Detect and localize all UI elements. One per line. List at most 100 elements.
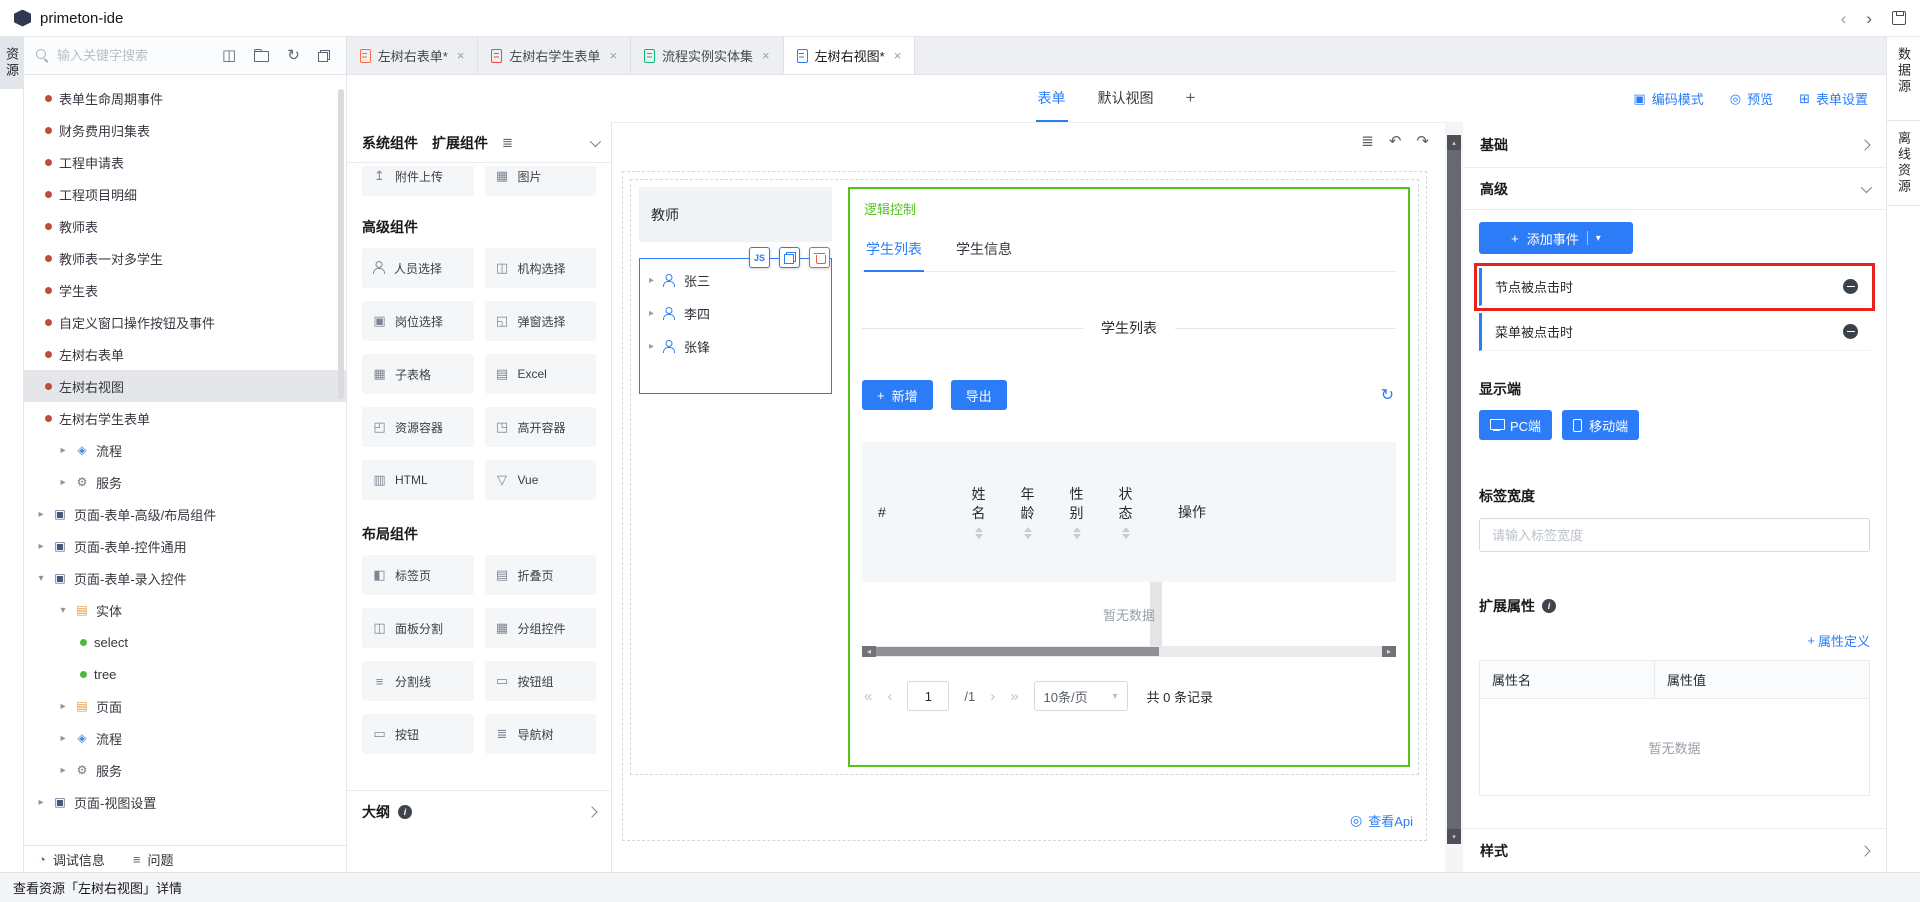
label-width-input[interactable] (1479, 518, 1870, 552)
chevron-right-icon[interactable]: ▸ (649, 341, 654, 352)
tree-item[interactable]: 学生表 (24, 274, 346, 306)
palette-item[interactable]: ◧标签页 (362, 555, 474, 595)
chevron-right-icon[interactable]: ▸ (58, 733, 68, 744)
next-page-button[interactable]: › (990, 689, 995, 704)
event-menu-clicked[interactable]: 菜单被点击时 (1479, 313, 1870, 351)
tree-item[interactable]: ▾▤实体 (24, 594, 346, 626)
chevron-right-icon[interactable]: ▸ (649, 275, 654, 286)
palette-item[interactable]: ▭按钮 (362, 714, 474, 754)
rail-tab-datasource[interactable]: 数据源 (1887, 37, 1920, 105)
view-api-link[interactable]: ◎ 查看Api (1350, 811, 1413, 830)
outline-section[interactable]: 大纲 (347, 790, 611, 833)
form-settings-button[interactable]: ⊞表单设置 (1799, 89, 1868, 108)
preview-button[interactable]: ◎预览 (1730, 89, 1773, 108)
add-event-button[interactable]: + 添加事件 ▾ (1479, 222, 1633, 254)
tree-item[interactable]: 工程项目明细 (24, 178, 346, 210)
scrollbar-thumb[interactable] (876, 647, 1159, 656)
mobile-side-button[interactable]: 移动端 (1562, 410, 1639, 440)
close-icon[interactable]: × (894, 48, 902, 63)
tree-item[interactable]: tree (24, 658, 346, 690)
tree-node[interactable]: ▸李四 (640, 297, 831, 330)
rail-tab-offline[interactable]: 离线资源 (1887, 120, 1920, 206)
last-page-button[interactable]: » (1010, 689, 1018, 704)
scrollbar-thumb[interactable] (1447, 150, 1461, 829)
tab-default-view[interactable]: 默认视图 (1096, 75, 1156, 122)
remove-event-icon[interactable] (1843, 279, 1858, 294)
tree-item[interactable]: 左树右学生表单 (24, 402, 346, 434)
canvas-root-container[interactable]: 教师 JS ▸张三 ▸李四 (622, 171, 1427, 841)
search-input[interactable] (57, 48, 187, 63)
scrollbar-track[interactable] (876, 646, 1382, 657)
chevron-right-icon[interactable]: ▸ (649, 308, 654, 319)
tree-item[interactable]: ▸⚙服务 (24, 466, 346, 498)
tab-student-list[interactable]: 学生列表 (864, 230, 924, 272)
scroll-down-icon[interactable]: ▾ (1447, 829, 1461, 844)
section-basic[interactable]: 基础 (1463, 122, 1886, 168)
palette-item[interactable]: ◰资源容器 (362, 407, 474, 447)
chevron-right-icon[interactable]: ▸ (36, 509, 46, 520)
close-icon[interactable]: × (609, 48, 617, 63)
tree-node[interactable]: ▸张锋 (640, 330, 831, 363)
column-header-name[interactable]: 姓名 (954, 442, 1003, 582)
doc-tab-active[interactable]: 左树右视图* × (784, 37, 916, 74)
sort-desc-icon[interactable] (1073, 534, 1081, 539)
debug-info-button[interactable]: ◔调试信息 (38, 850, 105, 869)
save-icon[interactable] (1892, 11, 1906, 25)
close-icon[interactable]: × (457, 48, 465, 63)
sort-icons[interactable] (1073, 527, 1081, 539)
tree-item[interactable]: 左树右表单 (24, 338, 346, 370)
export-button[interactable]: 导出 (951, 380, 1007, 410)
rail-tab-resources[interactable]: 资源 (0, 37, 23, 89)
palette-item[interactable]: ▣岗位选择 (362, 301, 474, 341)
sort-asc-icon[interactable] (1024, 527, 1032, 532)
palette-item[interactable]: ↥附件上传 (362, 166, 474, 196)
tree-node[interactable]: ▸张三 (640, 264, 831, 297)
tree-item-selected[interactable]: 左树右视图 (24, 370, 346, 402)
delete-widget-button[interactable] (809, 247, 830, 268)
folder-icon[interactable] (254, 51, 269, 62)
teacher-tree-selected[interactable]: JS ▸张三 ▸李四 ▸张锋 (639, 258, 832, 394)
redo-icon[interactable]: ↷ (1416, 134, 1429, 149)
sort-icon[interactable]: ≣ (502, 135, 513, 151)
add-row-button[interactable]: +新增 (862, 380, 933, 410)
add-view-button[interactable]: + (1184, 75, 1198, 122)
code-mode-button[interactable]: ▣编码模式 (1633, 89, 1703, 108)
tree-item[interactable]: ▾▣页面-表单-录入控件 (24, 562, 346, 594)
js-action-button[interactable]: JS (749, 247, 770, 268)
palette-item[interactable]: ◫机构选择 (485, 248, 597, 288)
outline-icon[interactable]: ≣ (1361, 134, 1374, 149)
define-property-link[interactable]: + 属性定义 (1479, 631, 1870, 650)
tree-item[interactable]: 教师表 (24, 210, 346, 242)
tab-student-info[interactable]: 学生信息 (954, 230, 1014, 272)
export-icon[interactable]: ◫ (222, 48, 236, 63)
prev-page-button[interactable]: ‹ (887, 689, 892, 704)
palette-item[interactable]: ▦分组控件 (485, 608, 597, 648)
column-header-status[interactable]: 状态 (1101, 442, 1150, 582)
canvas-scrollbar[interactable]: ▴ ▾ (1445, 122, 1463, 872)
tree-item[interactable]: ▸▣页面-表单-高级/布局组件 (24, 498, 346, 530)
remove-event-icon[interactable] (1843, 324, 1858, 339)
palette-item[interactable]: ▽Vue (485, 460, 597, 500)
palette-item[interactable]: ▤折叠页 (485, 555, 597, 595)
scroll-left-icon[interactable]: ◂ (862, 646, 876, 657)
sort-asc-icon[interactable] (975, 527, 983, 532)
chevron-down-icon[interactable]: ▾ (36, 573, 46, 584)
table-horizontal-scrollbar[interactable]: ◂ ▸ (862, 646, 1396, 657)
palette-item[interactable]: ◱弹窗选择 (485, 301, 597, 341)
palette-item[interactable]: ◳高开容器 (485, 407, 597, 447)
palette-item[interactable]: ▦图片 (485, 166, 597, 196)
chevron-right-icon[interactable]: ▸ (58, 701, 68, 712)
tree-item[interactable]: 表单生命周期事件 (24, 82, 346, 114)
palette-item[interactable]: ≡分割线 (362, 661, 474, 701)
tree-item[interactable]: 工程申请表 (24, 146, 346, 178)
tree-item[interactable]: ▸▤页面 (24, 690, 346, 722)
sort-asc-icon[interactable] (1073, 527, 1081, 532)
tree-item[interactable]: ▸◈流程 (24, 434, 346, 466)
palette-item[interactable]: ▤Excel (485, 354, 597, 394)
tree-item[interactable]: ▸⚙服务 (24, 754, 346, 786)
palette-item[interactable]: ≣导航树 (485, 714, 597, 754)
teacher-tree-widget[interactable]: 教师 JS ▸张三 ▸李四 (639, 187, 832, 767)
section-advanced[interactable]: 高级 (1463, 168, 1886, 210)
scroll-right-icon[interactable]: ▸ (1382, 646, 1396, 657)
tree-item[interactable]: 自定义窗口操作按钮及事件 (24, 306, 346, 338)
